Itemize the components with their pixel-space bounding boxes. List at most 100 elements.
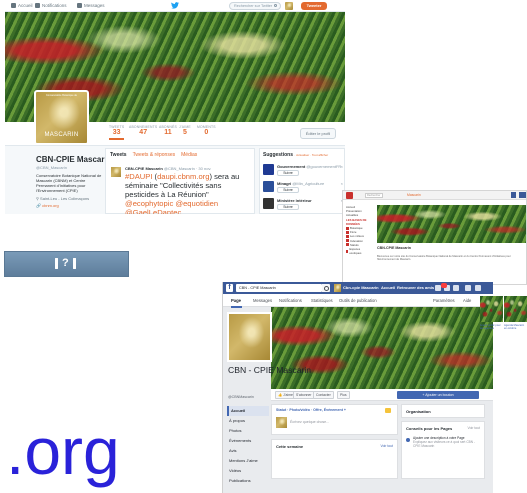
page-nav-item[interactable]: Photos bbox=[227, 426, 269, 436]
follow-button[interactable]: S'abonner bbox=[293, 391, 315, 399]
photo-thumbnail[interactable] bbox=[504, 296, 527, 322]
avatar[interactable] bbox=[285, 2, 293, 10]
nav-profile[interactable]: Cbn-cpie Mascarin bbox=[343, 285, 379, 290]
photo-caption[interactable]: Grand public pour les agendas bbox=[480, 324, 503, 330]
tab-messages[interactable]: Messages bbox=[253, 298, 272, 303]
suggestion-name[interactable]: Minagri @Min_Agriculture bbox=[277, 181, 324, 186]
site-title: Mascarin bbox=[407, 193, 421, 197]
nav-notifications[interactable]: Notifications bbox=[35, 3, 67, 8]
toolbar-pill[interactable]: ? bbox=[4, 251, 129, 277]
stat-value: 0 bbox=[204, 129, 209, 136]
tweet-button[interactable]: Tweeter bbox=[301, 2, 327, 10]
tab-tweets[interactable]: Tweets bbox=[110, 152, 127, 158]
follow-button[interactable]: Suivre bbox=[277, 170, 299, 176]
profile-name: CBN-CPIE Mascarin bbox=[36, 155, 112, 164]
composer-tabs[interactable]: Statut · Photo/vidéo · Offre, Événement … bbox=[276, 408, 346, 412]
page-nav-item[interactable]: Mentions J'aime bbox=[227, 456, 269, 466]
nav-home[interactable]: Accueil bbox=[11, 3, 33, 8]
add-button[interactable]: + Ajouter un bouton bbox=[397, 391, 479, 399]
site-sidebar: Accueil Présentation Actualités LES BASE… bbox=[346, 205, 368, 255]
see-all-link[interactable]: Voir tout bbox=[468, 426, 480, 430]
nav-find-friends[interactable]: Retrouver des amis bbox=[397, 285, 434, 290]
nav-messages[interactable]: Messages bbox=[77, 3, 105, 8]
more-button[interactable]: Plus bbox=[337, 391, 350, 399]
search-icon[interactable] bbox=[322, 284, 330, 292]
page-handle: @CBNMascarin bbox=[228, 395, 254, 399]
profile-avatar: Conservatoire Botanique de MASCARIN bbox=[34, 90, 89, 145]
website-thumbnail: Rechercher Mascarin Accueil Présentation… bbox=[342, 190, 527, 285]
tweet-link[interactable]: daupi.cbnm.org bbox=[157, 172, 209, 181]
nav-home[interactable]: Accueil bbox=[381, 285, 395, 290]
page-avatar[interactable] bbox=[227, 312, 272, 362]
site-search-input[interactable]: Rechercher bbox=[365, 193, 383, 198]
tip-text[interactable]: Ajouter une description à votre Page Exp… bbox=[413, 436, 483, 448]
stat-jaime[interactable]: J'AIME 5 bbox=[179, 125, 191, 136]
facebook-search-input[interactable]: CBN - CPIE Mascarin bbox=[236, 284, 322, 292]
tab-statistics[interactable]: Statistiques bbox=[311, 298, 333, 303]
photo-caption[interactable]: Agenda Mascarin en octobre bbox=[504, 324, 527, 330]
suggestion-avatar[interactable] bbox=[263, 164, 274, 175]
tweet-link[interactable]: #DAUPI bbox=[125, 172, 152, 181]
page-nav-item[interactable]: À propos bbox=[227, 416, 269, 426]
bullet-icon bbox=[346, 230, 349, 234]
contact-button[interactable]: Contacter bbox=[313, 391, 334, 399]
see-all-link[interactable]: Voir tout bbox=[381, 444, 393, 448]
site-logo[interactable] bbox=[346, 192, 353, 199]
page-nav-item[interactable]: Publications bbox=[227, 476, 269, 486]
twitter-topbar: Accueil Notifications Messages Recherche… bbox=[5, 0, 345, 12]
tab-tweets-replies[interactable]: Tweets & réponses bbox=[133, 152, 176, 158]
emoji-icon[interactable] bbox=[385, 408, 391, 413]
page-tips-card: Conseils pour les Pages Voir tout Ajoute… bbox=[401, 421, 485, 479]
twitter-bird-icon[interactable] bbox=[171, 2, 179, 9]
photo-thumbnail[interactable] bbox=[480, 296, 503, 322]
facebook-icon[interactable] bbox=[511, 192, 516, 198]
facebook-logo-icon[interactable]: f bbox=[226, 284, 233, 292]
suggestion-name[interactable]: Gouvernement @gouvernementFR bbox=[277, 164, 341, 169]
tab-publishing-tools[interactable]: Outils de publication bbox=[339, 298, 377, 303]
facebook-topbar: f CBN - CPIE Mascarin Cbn-cpie Mascarin … bbox=[223, 282, 493, 294]
follow-button[interactable]: Suivre bbox=[277, 204, 299, 210]
page-name: CBN - CPIE Mascarin bbox=[228, 365, 312, 375]
page-nav-item[interactable]: Avis bbox=[227, 446, 269, 456]
share-icon[interactable] bbox=[519, 192, 526, 198]
suggestion-item: Ministère Intérieur Suivre× bbox=[263, 197, 345, 213]
tab-media[interactable]: Médias bbox=[181, 152, 197, 158]
tweet-link[interactable]: @equotidien bbox=[175, 199, 218, 208]
close-icon[interactable]: × bbox=[341, 164, 343, 169]
notifications-icon[interactable] bbox=[453, 285, 459, 291]
follow-button[interactable]: Suivre bbox=[277, 187, 299, 193]
composer-input[interactable]: Écrivez quelque chose... bbox=[290, 420, 329, 424]
tip-icon bbox=[406, 438, 410, 442]
search-icon bbox=[274, 4, 277, 7]
tab-settings[interactable]: Paramètres bbox=[433, 298, 455, 303]
photo-thumbnails: Grand public pour les agendas Agenda Masc… bbox=[480, 296, 527, 336]
help-icon[interactable] bbox=[465, 285, 471, 291]
suggestion-avatar[interactable] bbox=[263, 181, 274, 192]
facebook-page-screenshot: f CBN - CPIE Mascarin Cbn-cpie Mascarin … bbox=[222, 282, 493, 493]
suggestion-avatar[interactable] bbox=[263, 198, 274, 209]
suggestion-name[interactable]: Ministère Intérieur bbox=[277, 198, 312, 203]
stat-tweets[interactable]: TWEETS 33 bbox=[109, 125, 125, 140]
avatar[interactable] bbox=[334, 284, 341, 292]
tab-page[interactable]: Page bbox=[231, 298, 241, 303]
page-nav-item[interactable]: Événements bbox=[227, 436, 269, 446]
tab-notifications[interactable]: Notifications bbox=[279, 298, 302, 303]
suggestions-panel: Suggestions · Actualiser · Tout afficher… bbox=[259, 148, 345, 214]
bullet-icon bbox=[346, 249, 349, 253]
close-icon[interactable]: × bbox=[341, 181, 343, 186]
cover-photo bbox=[271, 307, 493, 389]
stat-abonnements[interactable]: ABONNEMENTS 47 bbox=[129, 125, 157, 136]
profile-website-link[interactable]: 🔗 cbnm.org bbox=[36, 203, 59, 208]
tweet-avatar[interactable] bbox=[111, 167, 121, 177]
stat-abonns[interactable]: ABONNÉS 11 bbox=[159, 125, 177, 136]
stat-moments[interactable]: MOMENTS 0 bbox=[197, 125, 216, 136]
tab-help[interactable]: Aide bbox=[463, 298, 471, 303]
tweet-link[interactable]: @ecophytopic bbox=[125, 199, 173, 208]
stat-value: 47 bbox=[139, 129, 148, 136]
edit-profile-button[interactable]: Éditer le profil bbox=[300, 128, 336, 139]
tweet-link[interactable]: @GaelLeDantec bbox=[125, 208, 181, 214]
page-nav-item[interactable]: Accueil bbox=[227, 406, 269, 416]
settings-dropdown-icon[interactable] bbox=[475, 285, 481, 291]
site-db-link[interactable]: Espèces exotiques bbox=[346, 247, 368, 255]
page-nav-item[interactable]: Vidéos bbox=[227, 466, 269, 476]
